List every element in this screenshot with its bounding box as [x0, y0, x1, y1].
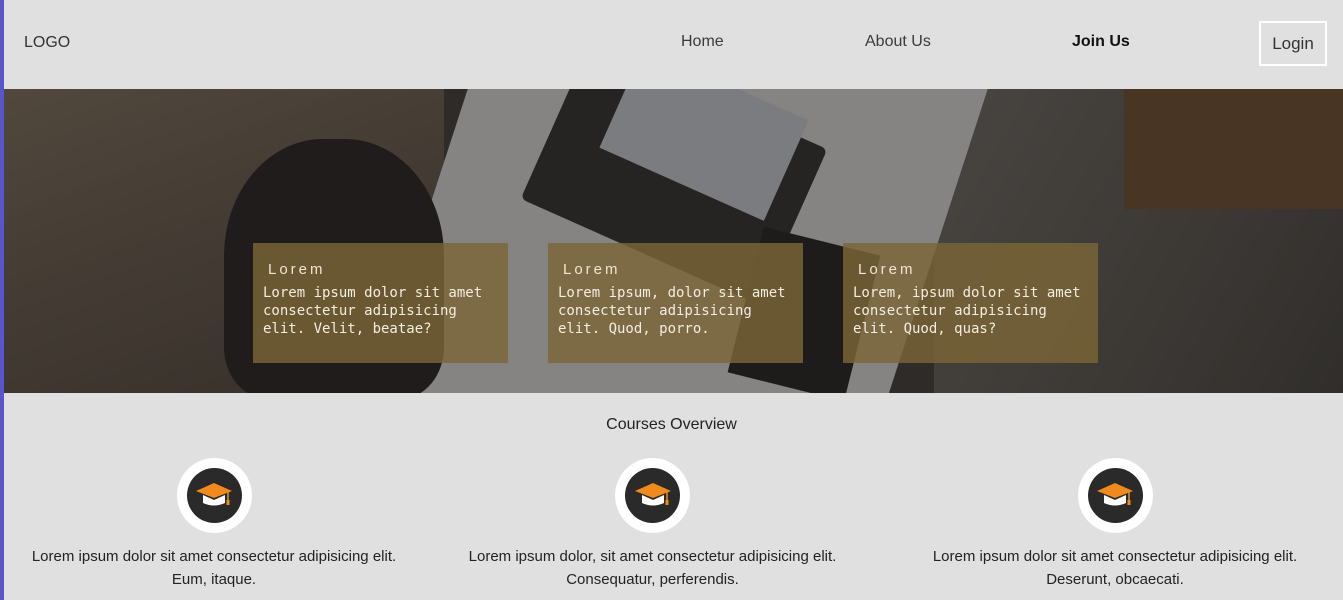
course-badge	[615, 458, 690, 533]
course-description: Lorem ipsum dolor sit amet consectetur a…	[31, 548, 397, 588]
course-item: Lorem ipsum dolor sit amet consectetur a…	[14, 458, 414, 591]
logo[interactable]: LOGO	[24, 34, 70, 52]
course-badge	[1077, 458, 1153, 533]
login-button[interactable]: Login	[1259, 21, 1327, 66]
nav-link-about-us[interactable]: About Us	[865, 33, 931, 51]
nav-link-join-us[interactable]: Join Us	[1072, 33, 1130, 51]
course-item: Lorem ipsum dolor, sit amet consectetur …	[440, 458, 865, 591]
hero-card-title: Lorem	[563, 261, 621, 278]
graduation-cap-icon	[196, 482, 232, 505]
graduation-cap-icon	[634, 482, 671, 505]
hero-card-title: Lorem	[858, 261, 916, 278]
hero-card-text: Lorem, ipsum dolor sit amet consectetur …	[853, 285, 1081, 337]
hero-card: Lorem Lorem, ipsum dolor sit amet consec…	[843, 243, 1098, 363]
course-item: Lorem ipsum dolor sit amet consectetur a…	[905, 458, 1325, 591]
hero-card-title: Lorem	[268, 261, 326, 278]
course-description: Lorem ipsum dolor, sit amet consectetur …	[468, 548, 837, 588]
nav-link-home[interactable]: Home	[681, 33, 724, 51]
hero-banner: Lorem Lorem ipsum dolor sit amet consect…	[4, 89, 1343, 393]
graduation-cap-icon	[1097, 482, 1133, 505]
hero-card: Lorem Lorem ipsum, dolor sit amet consec…	[548, 243, 803, 363]
course-description: Lorem ipsum dolor sit amet consectetur a…	[932, 548, 1298, 588]
hero-card-text: Lorem ipsum, dolor sit amet consectetur …	[558, 285, 786, 337]
courses-overview-heading: Courses Overview	[606, 416, 737, 433]
hero-card: Lorem Lorem ipsum dolor sit amet consect…	[253, 243, 508, 363]
course-badge	[176, 458, 252, 533]
top-navbar: LOGO Home About Us Join Us Login	[4, 0, 1343, 89]
hero-card-text: Lorem ipsum dolor sit amet consectetur a…	[263, 285, 483, 337]
